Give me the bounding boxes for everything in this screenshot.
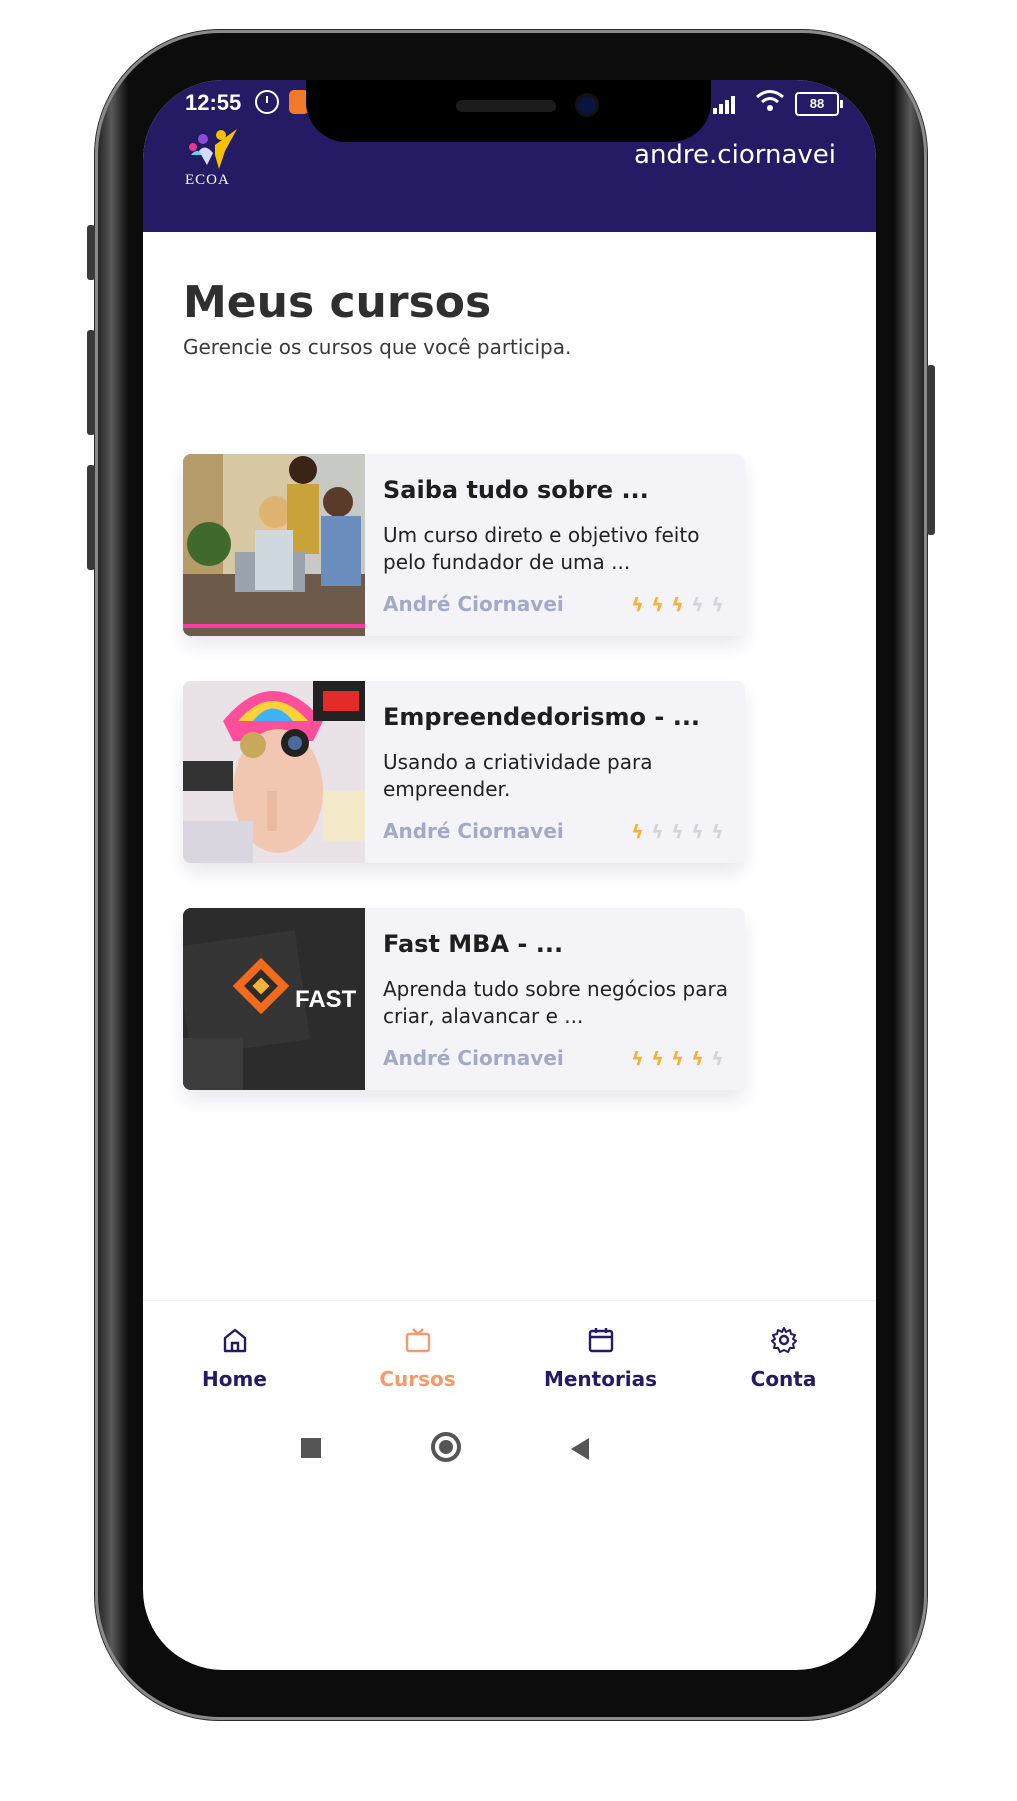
nav-label: Home: [202, 1367, 267, 1391]
bolt-icon: ϟ: [651, 1048, 664, 1070]
course-card[interactable]: FAST Fast MBA - ... Aprenda tudo sobre n…: [183, 908, 745, 1090]
battery-icon: 88: [795, 92, 843, 116]
username[interactable]: andre.ciornavei: [634, 140, 836, 170]
nav-label: Cursos: [379, 1367, 456, 1391]
course-description: Usando a criatividade para empreender.: [383, 750, 653, 801]
recents-button[interactable]: [301, 1438, 321, 1458]
nav-item-home[interactable]: Home: [143, 1301, 326, 1411]
side-button: [87, 225, 95, 280]
bolt-icon: ϟ: [671, 1048, 684, 1070]
course-title: Saiba tudo sobre ...: [383, 476, 649, 504]
bottom-nav: Home Cursos Mentorias Conta: [143, 1300, 876, 1412]
bolt-icon: ϟ: [711, 1048, 724, 1070]
course-title: Empreendedorismo - ...: [383, 703, 701, 731]
nav-item-conta[interactable]: Conta: [692, 1301, 875, 1411]
bolt-icon: ϟ: [631, 1048, 644, 1070]
course-thumbnail: [183, 681, 365, 863]
bolt-icon: ϟ: [651, 594, 664, 616]
page-subtitle: Gerencie os cursos que você participa.: [183, 335, 572, 359]
system-nav-bar: [143, 1410, 876, 1490]
app-header: 12:55 88 ECOA andre.ciornavei: [143, 80, 876, 232]
side-button: [87, 465, 95, 570]
bolt-icon: ϟ: [651, 821, 664, 843]
bolt-icon: ϟ: [691, 821, 704, 843]
nav-item-mentorias[interactable]: Mentorias: [509, 1301, 692, 1411]
alarm-icon: [255, 90, 279, 114]
bolt-icon: ϟ: [671, 594, 684, 616]
side-button: [87, 330, 95, 435]
bolt-icon: ϟ: [691, 1048, 704, 1070]
logo-text: ECOA: [185, 172, 230, 188]
camera-notch: [306, 80, 711, 142]
nav-label: Mentorias: [543, 1367, 658, 1391]
signal-icon: [713, 94, 741, 114]
status-bar: 12:55 88: [143, 80, 876, 142]
course-thumbnail: FAST: [183, 908, 365, 1090]
course-author: André Ciornavei: [383, 1046, 564, 1070]
course-card[interactable]: Empreendedorismo - ... Usando a criativi…: [183, 681, 745, 863]
gear-icon: [771, 1327, 797, 1353]
logo-figures: [189, 129, 237, 169]
course-rating: ϟϟϟϟϟ: [627, 1048, 727, 1070]
home-button[interactable]: [431, 1432, 461, 1462]
nav-label: Conta: [750, 1367, 817, 1391]
course-author: André Ciornavei: [383, 592, 564, 616]
page-title: Meus cursos: [183, 277, 492, 328]
home-icon: [223, 1328, 247, 1353]
ecoa-logo[interactable]: ECOA: [181, 125, 251, 195]
course-thumbnail-image: [183, 681, 365, 863]
side-button: [927, 365, 935, 535]
bolt-icon: ϟ: [631, 821, 644, 843]
wifi-icon: [756, 90, 784, 111]
back-button[interactable]: [571, 1438, 589, 1460]
app-screen: 12:55 88 ECOA andre.ciornavei Meus curso…: [143, 80, 876, 1670]
course-thumbnail: [183, 454, 365, 636]
calendar-icon: [588, 1328, 614, 1353]
bolt-icon: ϟ: [711, 594, 724, 616]
front-camera: [578, 96, 596, 114]
bolt-icon: ϟ: [691, 594, 704, 616]
bolt-icon: ϟ: [671, 821, 684, 843]
course-title: Fast MBA - ...: [383, 930, 564, 958]
course-author: André Ciornavei: [383, 819, 564, 843]
bolt-icon: ϟ: [631, 594, 644, 616]
status-time: 12:55: [185, 90, 242, 115]
course-rating: ϟϟϟϟϟ: [627, 594, 727, 616]
speaker: [456, 100, 556, 112]
course-card[interactable]: Saiba tudo sobre ... Um curso direto e o…: [183, 454, 745, 636]
course-thumbnail-image: [183, 454, 365, 636]
fast-logo-text: FAST: [295, 986, 357, 1013]
nav-item-cursos[interactable]: Cursos: [326, 1301, 509, 1411]
course-rating: ϟϟϟϟϟ: [627, 821, 727, 843]
course-description: Um curso direto e objetivo feito pelo fu…: [383, 523, 700, 574]
tv-icon: [405, 1328, 431, 1353]
bolt-icon: ϟ: [711, 821, 724, 843]
course-description: Aprenda tudo sobre negócios para criar, …: [383, 977, 728, 1028]
